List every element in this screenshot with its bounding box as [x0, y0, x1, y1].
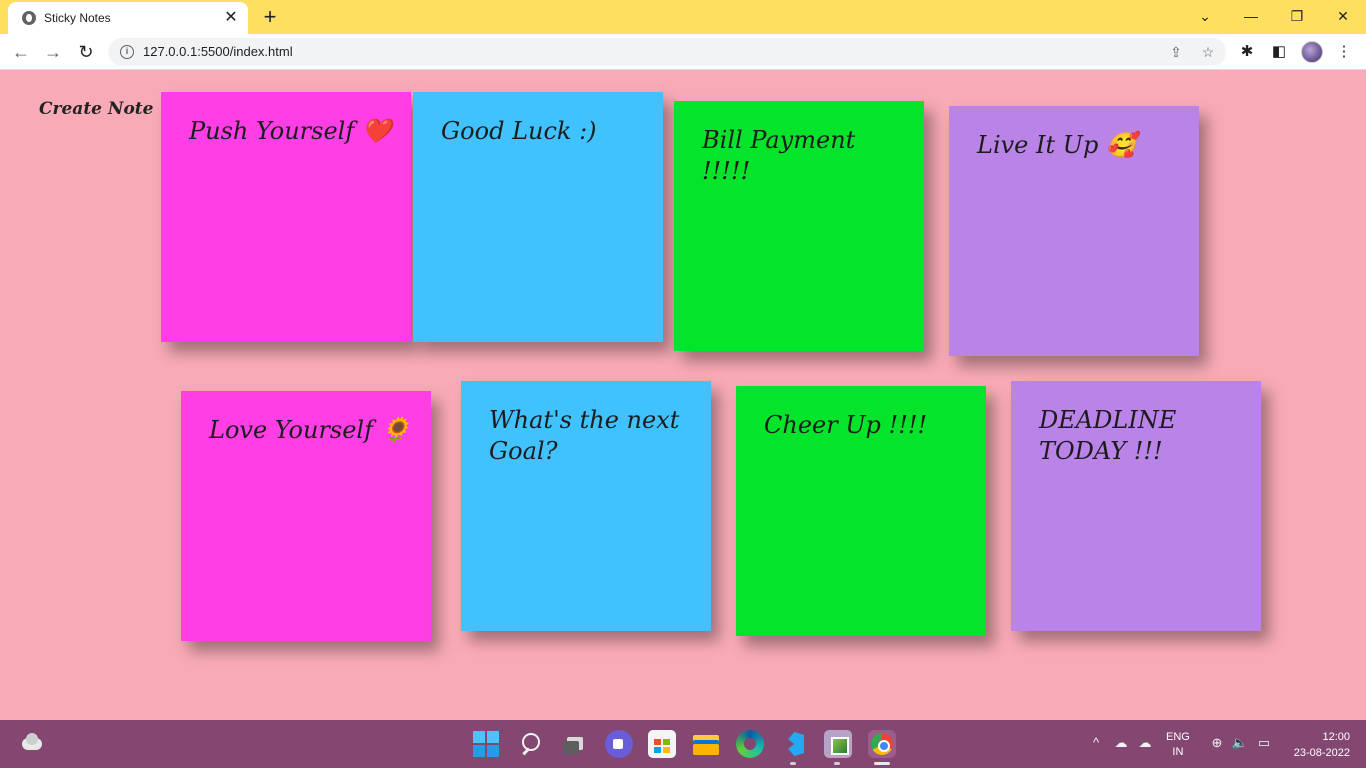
running-indicator: [790, 762, 796, 765]
edge-icon[interactable]: [736, 730, 764, 758]
note-text[interactable]: Live It Up 🥰: [977, 130, 1182, 161]
meet-icon[interactable]: [605, 730, 633, 758]
onedrive-cloud-icon[interactable]: ☁: [1136, 734, 1154, 752]
active-indicator: [874, 762, 890, 765]
store-icon[interactable]: [648, 730, 676, 758]
chrome-icon[interactable]: [868, 730, 896, 758]
volume-icon[interactable]: 🔈: [1231, 734, 1249, 752]
file-explorer-icon[interactable]: [692, 730, 720, 758]
sticky-note[interactable]: Push Yourself ❤️: [161, 92, 411, 342]
note-text[interactable]: What's the next Goal?: [489, 405, 694, 467]
battery-icon[interactable]: ▭: [1255, 734, 1273, 752]
chevron-up-icon[interactable]: ^: [1087, 734, 1105, 752]
globe-icon[interactable]: ⊕: [1208, 734, 1226, 752]
tab-search-chevron-icon[interactable]: ⌄: [1193, 5, 1217, 27]
minimize-button[interactable]: —: [1239, 5, 1263, 27]
sticky-note[interactable]: Live It Up 🥰: [949, 106, 1199, 356]
browser-tab[interactable]: Sticky Notes ✕: [8, 2, 248, 34]
clock-time: 12:00: [1322, 731, 1350, 743]
sticky-note[interactable]: Cheer Up !!!!: [736, 386, 986, 636]
language-code: ENG: [1166, 731, 1190, 743]
system-clock[interactable]: 12:00 23-08-2022: [1294, 729, 1350, 761]
network-icon[interactable]: ☁: [1112, 734, 1130, 752]
reload-button[interactable]: ↻: [74, 40, 98, 64]
share-icon[interactable]: ⇪: [1166, 42, 1186, 62]
taskbar: ^ ☁ ☁ ENG IN ⊕ 🔈 ▭ 12:00 23-08-2022: [0, 720, 1366, 768]
address-bar[interactable]: i 127.0.0.1:5500/index.html ⇪ ☆: [108, 38, 1226, 66]
globe-icon: [22, 11, 36, 25]
extensions-icon[interactable]: ✱: [1236, 41, 1258, 63]
site-info-icon[interactable]: i: [120, 45, 134, 59]
note-text[interactable]: Bill Payment !!!!!: [702, 125, 907, 187]
region-code: IN: [1172, 746, 1184, 758]
close-tab-icon[interactable]: ✕: [222, 9, 240, 27]
photos-icon[interactable]: [824, 730, 852, 758]
note-text[interactable]: Push Yourself ❤️: [189, 116, 394, 147]
side-panel-icon[interactable]: ◧: [1268, 41, 1290, 63]
sticky-note[interactable]: DEADLINE TODAY !!!: [1011, 381, 1261, 631]
restore-button[interactable]: ❐: [1285, 5, 1309, 27]
sticky-note[interactable]: Good Luck :): [413, 92, 663, 342]
note-text[interactable]: Cheer Up !!!!: [764, 410, 969, 441]
note-text[interactable]: Good Luck :): [441, 116, 646, 147]
running-indicator: [834, 762, 840, 765]
note-text[interactable]: DEADLINE TODAY !!!: [1039, 405, 1244, 467]
note-text[interactable]: Love Yourself 🌻: [209, 415, 414, 446]
vscode-icon[interactable]: [780, 730, 808, 758]
weather-widget-icon[interactable]: [20, 732, 44, 752]
menu-kebab-icon[interactable]: ⋮: [1333, 41, 1355, 63]
close-window-button[interactable]: ✕: [1331, 5, 1355, 27]
start-icon[interactable]: [473, 731, 499, 757]
language-indicator[interactable]: ENG IN: [1166, 730, 1190, 760]
tab-strip: Sticky Notes ✕ + ⌄ — ❐ ✕: [0, 0, 1366, 34]
back-button[interactable]: ←: [9, 40, 33, 64]
sticky-note[interactable]: Love Yourself 🌻: [181, 391, 431, 641]
new-tab-button[interactable]: +: [258, 5, 282, 29]
url-text[interactable]: 127.0.0.1:5500/index.html: [143, 44, 293, 59]
bookmark-star-icon[interactable]: ☆: [1198, 42, 1218, 62]
clock-date: 23-08-2022: [1293, 747, 1350, 759]
forward-button[interactable]: →: [41, 40, 65, 64]
tab-title: Sticky Notes: [44, 11, 111, 25]
sticky-note[interactable]: Bill Payment !!!!!: [674, 101, 924, 351]
search-icon[interactable]: [517, 730, 545, 758]
task-view-icon[interactable]: [561, 730, 589, 758]
create-note-button[interactable]: Create Note: [39, 99, 153, 119]
profile-avatar[interactable]: [1301, 41, 1323, 63]
sticky-note[interactable]: What's the next Goal?: [461, 381, 711, 631]
browser-toolbar: ← → ↻ i 127.0.0.1:5500/index.html ⇪ ☆ ✱ …: [0, 34, 1366, 70]
